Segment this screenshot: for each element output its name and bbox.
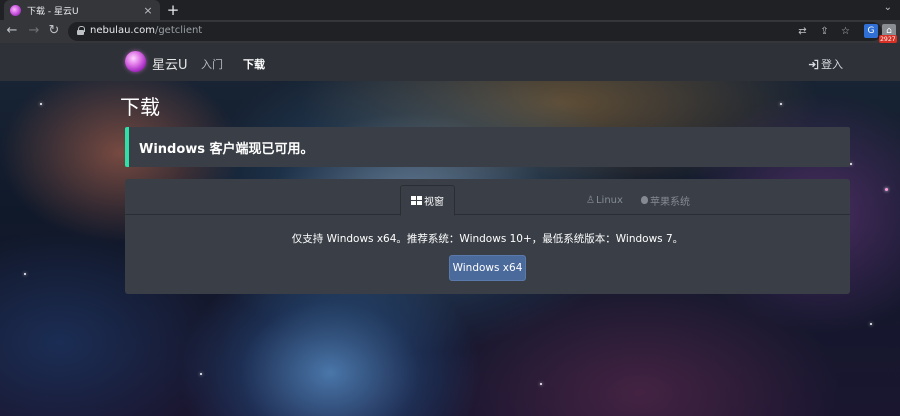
windows-icon — [411, 195, 422, 206]
nebula-logo-icon[interactable] — [125, 51, 146, 72]
translate-extension-icon[interactable]: G — [864, 24, 878, 38]
address-bar[interactable]: nebulau.com/getclient ⇄ ⇪ ☆ — [68, 22, 882, 41]
platform-tabs: 视窗 ♙ Linux 苹果系统 — [125, 179, 850, 216]
site-navbar: 星云U 入门 下载 登入 — [0, 43, 900, 81]
login-label: 登入 — [821, 58, 843, 71]
tab-label: Linux — [595, 194, 623, 206]
browser-tab-strip: 下载 - 星云U × + ⌄ — [0, 0, 900, 20]
extension-badge: 2927 — [879, 35, 897, 43]
linux-icon: ♙ — [586, 194, 595, 206]
page-background: 星云U 入门 下载 登入 下载 Windows 客户端现已可用。 视窗 ♙ Li… — [0, 43, 900, 416]
reload-icon[interactable]: ↻ — [46, 23, 62, 39]
background-star — [850, 163, 852, 165]
page-title: 下载 — [120, 95, 160, 119]
tab-macos[interactable]: 苹果系统 — [631, 185, 700, 215]
background-star — [200, 373, 202, 375]
tab-windows[interactable]: 视窗 — [400, 185, 455, 216]
back-arrow-icon[interactable]: ← — [4, 23, 20, 39]
forward-arrow-icon[interactable]: → — [26, 23, 42, 39]
login-link[interactable]: 登入 — [808, 56, 843, 72]
download-card: 视窗 ♙ Linux 苹果系统 仅支持 Windows x64。推荐系统：Win… — [125, 179, 850, 294]
share-icon[interactable]: ⇪ — [818, 25, 831, 38]
background-star — [540, 383, 542, 385]
system-requirements: 仅支持 Windows x64。推荐系统：Windows 10+，最低系统版本：… — [291, 233, 684, 245]
new-tab-button[interactable]: + — [164, 1, 182, 19]
background-star — [40, 103, 42, 105]
apple-icon — [641, 196, 648, 204]
site-favicon-icon — [10, 4, 21, 16]
background-star — [24, 273, 26, 275]
availability-alert: Windows 客户端现已可用。 — [125, 127, 850, 167]
download-windows-button[interactable]: Windows x64 — [449, 255, 526, 281]
brand-name[interactable]: 星云U — [152, 54, 188, 73]
bookmark-star-icon[interactable]: ☆ — [839, 25, 852, 38]
translate-icon[interactable]: ⇄ — [796, 25, 809, 38]
background-star — [870, 323, 872, 325]
background-star — [885, 188, 888, 191]
nav-link-getting-started[interactable]: 入门 — [201, 56, 223, 72]
nav-link-download[interactable]: 下载 — [243, 56, 265, 72]
tab-linux[interactable]: ♙ Linux — [576, 185, 633, 215]
browser-tab[interactable]: 下载 - 星云U × — [4, 0, 160, 20]
tab-label: 苹果系统 — [650, 196, 690, 208]
sign-in-icon — [808, 59, 819, 69]
browser-toolbar: ← → ↻ nebulau.com/getclient ⇄ ⇪ ☆ — [0, 20, 900, 43]
url-text[interactable]: nebulau.com/getclient — [90, 25, 202, 36]
close-tab-icon[interactable]: × — [142, 5, 154, 16]
background-star — [780, 103, 782, 105]
tab-title: 下载 - 星云U — [27, 6, 79, 17]
tab-search-chevron-icon[interactable]: ⌄ — [884, 2, 892, 13]
alert-text: Windows 客户端现已可用。 — [139, 142, 314, 157]
lock-icon — [77, 26, 85, 35]
tab-label: 视窗 — [424, 197, 444, 208]
